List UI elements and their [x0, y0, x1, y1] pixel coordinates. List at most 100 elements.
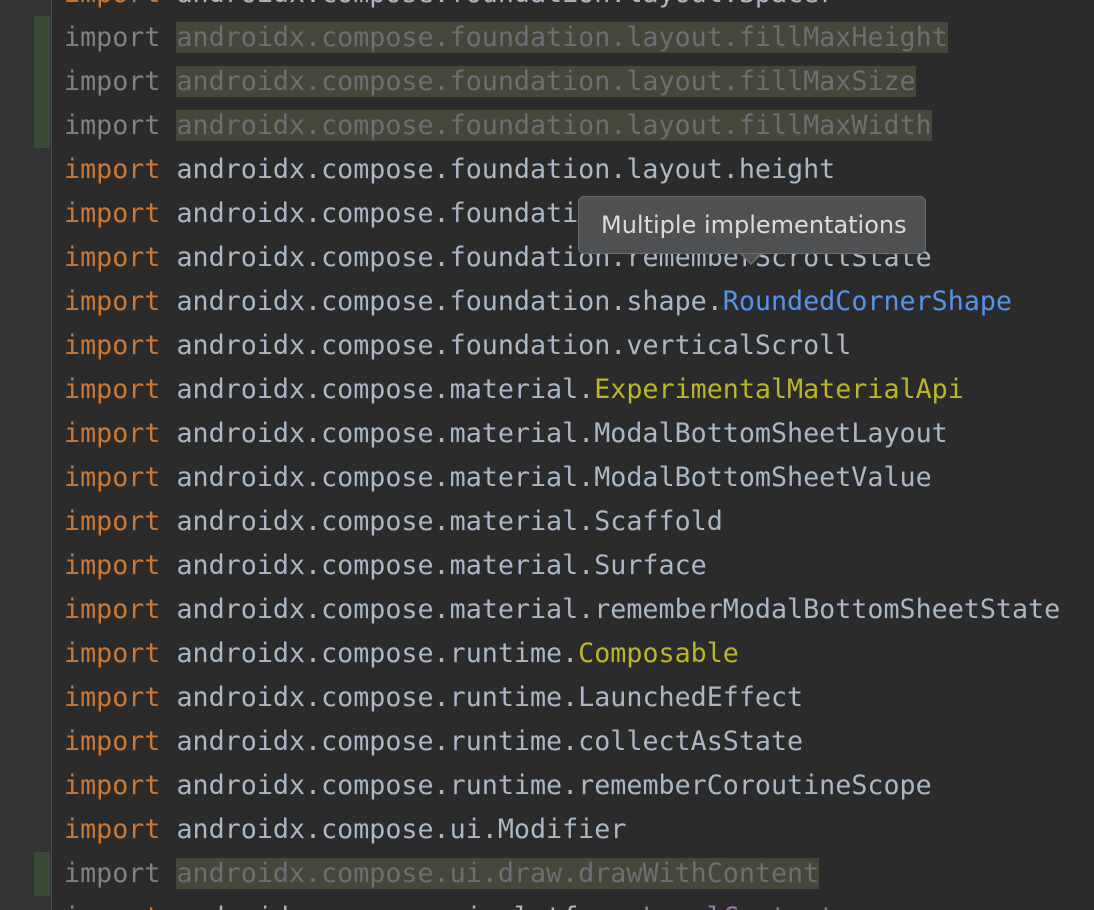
vcs-change-marker[interactable]	[34, 104, 50, 148]
import-package: androidx.compose.runtime.	[176, 682, 579, 713]
import-keyword: import	[64, 0, 160, 9]
imported-symbol[interactable]: LaunchedEffect	[578, 682, 803, 713]
imported-symbol[interactable]: LocalContext	[642, 902, 835, 910]
import-path[interactable]: androidx.compose.material.Scaffold	[176, 506, 722, 537]
import-path[interactable]: androidx.compose.material.Surface	[176, 550, 706, 581]
vcs-change-marker[interactable]	[34, 852, 50, 896]
import-line[interactable]: import androidx.compose.ui.Modifier	[64, 808, 626, 852]
import-path[interactable]: androidx.compose.foundation.layout.Space…	[176, 0, 835, 9]
vcs-change-marker[interactable]	[34, 60, 50, 104]
import-package: androidx.compose.foundation.layout.	[176, 66, 739, 97]
imported-symbol[interactable]: verticalScroll	[626, 330, 851, 361]
import-path[interactable]: androidx.compose.ui.draw.drawWithContent	[176, 858, 820, 889]
import-line[interactable]: import androidx.compose.foundation.verti…	[64, 324, 851, 368]
imported-symbol[interactable]: rememberCoroutineScope	[578, 770, 931, 801]
import-path[interactable]: androidx.compose.foundation.layout.heigh…	[176, 154, 835, 185]
import-line[interactable]: import androidx.compose.runtime.remember…	[64, 764, 932, 808]
imported-symbol[interactable]: Spacer	[739, 0, 835, 9]
import-line[interactable]: import androidx.compose.foundation.layou…	[64, 0, 835, 16]
import-line[interactable]: import androidx.compose.material.remembe…	[64, 588, 1060, 632]
imported-symbol[interactable]: Surface	[594, 550, 706, 581]
imported-symbol[interactable]: rememberModalBottomSheetState	[594, 594, 1060, 625]
vcs-change-marker[interactable]	[34, 16, 50, 60]
import-line[interactable]: import androidx.compose.material.ModalBo…	[64, 412, 948, 456]
import-path[interactable]: androidx.compose.foundation.layout.fillM…	[176, 22, 948, 53]
import-keyword: import	[64, 770, 161, 801]
import-line[interactable]: import androidx.compose.foundation.shape…	[64, 280, 1012, 324]
import-package: androidx.compose.material.	[176, 550, 595, 581]
import-keyword: import	[64, 374, 161, 405]
import-package: androidx.compose.material.	[176, 594, 595, 625]
import-path[interactable]: androidx.compose.runtime.rememberCorouti…	[176, 770, 931, 801]
imported-symbol[interactable]: Modifier	[498, 814, 627, 845]
code-area[interactable]: import androidx.compose.foundation.layou…	[64, 0, 1094, 910]
import-line[interactable]: import androidx.compose.material.Scaffol…	[64, 500, 723, 544]
import-path[interactable]: androidx.compose.material.rememberModalB…	[176, 594, 1060, 625]
import-path[interactable]: androidx.compose.ui.platform.LocalContex…	[176, 902, 835, 910]
tooltip-text: Multiple implementations	[601, 211, 907, 239]
import-package: androidx.compose.foundation.layout.	[176, 22, 739, 53]
import-keyword: import	[64, 682, 161, 713]
import-line[interactable]: import androidx.compose.runtime.Composab…	[64, 632, 739, 676]
import-path[interactable]: androidx.compose.material.ModalBottomShe…	[176, 462, 931, 493]
import-keyword: import	[64, 22, 161, 53]
imported-symbol[interactable]: Scaffold	[594, 506, 723, 537]
import-line[interactable]: import androidx.compose.material.ModalBo…	[64, 456, 932, 500]
imported-symbol[interactable]: drawWithContent	[578, 858, 819, 889]
import-line[interactable]: import androidx.compose.foundation.layou…	[64, 104, 932, 148]
imported-symbol[interactable]: fillMaxHeight	[739, 22, 948, 53]
import-line[interactable]: import androidx.compose.foundation.layou…	[64, 60, 916, 104]
import-line[interactable]: import androidx.compose.foundation.layou…	[64, 16, 948, 60]
import-keyword: import	[64, 506, 161, 537]
import-line[interactable]: import androidx.compose.runtime.collectA…	[64, 720, 803, 764]
imported-symbol[interactable]: ModalBottomSheetLayout	[594, 418, 947, 449]
import-path[interactable]: androidx.compose.runtime.LaunchedEffect	[176, 682, 803, 713]
import-path[interactable]: androidx.compose.ui.Modifier	[176, 814, 626, 845]
import-line[interactable]: import androidx.compose.material.Experim…	[64, 368, 964, 412]
import-keyword: import	[64, 418, 161, 449]
multiple-implementations-tooltip: Multiple implementations	[578, 196, 926, 254]
imported-symbol[interactable]: height	[739, 154, 835, 185]
import-keyword: import	[64, 902, 160, 910]
imported-symbol[interactable]: ModalBottomSheetValue	[594, 462, 931, 493]
import-line[interactable]: import androidx.compose.ui.draw.drawWith…	[64, 852, 820, 896]
imported-symbol[interactable]: RoundedCornerShape	[723, 286, 1012, 317]
editor-gutter[interactable]	[0, 0, 52, 910]
import-path[interactable]: androidx.compose.foundation.layout.fillM…	[176, 110, 932, 141]
import-package: androidx.compose.ui.platform.	[176, 902, 642, 910]
imported-symbol[interactable]: fillMaxWidth	[739, 110, 932, 141]
import-path[interactable]: androidx.compose.foundation.verticalScro…	[176, 330, 851, 361]
import-path[interactable]: androidx.compose.runtime.collectAsState	[176, 726, 803, 757]
import-path[interactable]: androidx.compose.foundation.layout.fillM…	[176, 66, 916, 97]
import-line[interactable]: import androidx.compose.ui.platform.Loca…	[64, 896, 835, 910]
import-line[interactable]: import androidx.compose.foundation.layou…	[64, 148, 835, 192]
import-path[interactable]: androidx.compose.foundation.shape.Rounde…	[176, 286, 1012, 317]
import-path[interactable]: androidx.compose.runtime.Composable	[176, 638, 738, 669]
code-editor[interactable]: import androidx.compose.foundation.layou…	[0, 0, 1094, 910]
imported-symbol[interactable]: fillMaxSize	[739, 66, 916, 97]
import-line[interactable]: import androidx.compose.material.Surface	[64, 544, 707, 588]
import-keyword: import	[64, 330, 161, 361]
imported-symbol[interactable]: collectAsState	[578, 726, 803, 757]
import-path[interactable]: androidx.compose.material.ModalBottomShe…	[176, 418, 947, 449]
import-keyword: import	[64, 286, 161, 317]
import-path[interactable]: androidx.compose.material.ExperimentalMa…	[176, 374, 963, 405]
imported-symbol[interactable]: ExperimentalMaterialApi	[594, 374, 964, 405]
import-keyword: import	[64, 726, 161, 757]
import-line[interactable]: import androidx.compose.runtime.Launched…	[64, 676, 803, 720]
imported-symbol[interactable]: Composable	[578, 638, 739, 669]
